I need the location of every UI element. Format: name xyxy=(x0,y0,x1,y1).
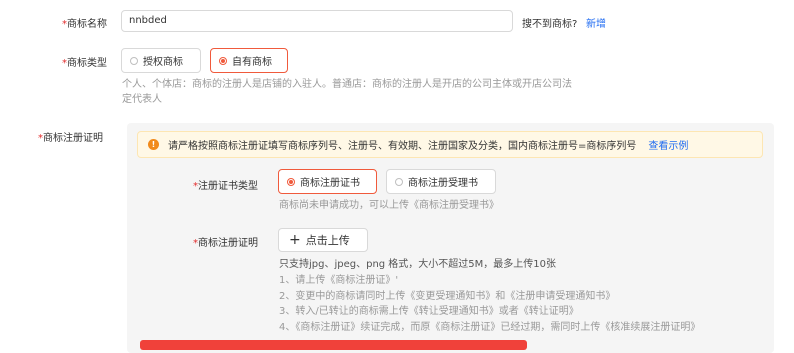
brand-not-found-text: 搜不到商标? xyxy=(522,19,578,30)
upload-button[interactable]: + 点击上传 xyxy=(278,228,368,252)
add-brand-link[interactable]: 新增 xyxy=(586,15,606,30)
plus-icon: + xyxy=(289,232,301,248)
brand-type-hint: 个人、个体店：商标的注册人是店铺的入驻人。普通店：商标的注册人是开店的公司主体或… xyxy=(122,79,572,105)
brand-name-input[interactable]: nnbded xyxy=(121,10,513,32)
upload-label: *商标注册证明 xyxy=(193,238,258,249)
radio-unchecked-icon xyxy=(130,56,138,65)
radio-checked-icon xyxy=(287,177,295,186)
upload-hint-1: 1、请上传《商标注册证》' xyxy=(279,275,399,286)
cert-proof-label: *商标注册证明 xyxy=(38,133,103,144)
radio-cert-acceptance[interactable]: 商标注册受理书 xyxy=(386,169,496,194)
upload-format-hint: 只支持jpg、jpeg、png 格式，大小不超过5M，最多上传10张 xyxy=(279,259,557,270)
cert-type-hint: 商标尚未申请成功，可以上传《商标注册受理书》 xyxy=(279,200,499,211)
submit-button-partial[interactable] xyxy=(140,340,527,350)
cert-notice: ! 请严格按照商标注册证填写商标序列号、注册号、有效期、注册国家及分类，国内商标… xyxy=(137,131,763,158)
upload-hint-3: 3、转入/已转让的商标需上传《转让受理通知书》或者《转让证明》 xyxy=(279,306,579,317)
upload-hint-4: 4、《商标注册证》续证完成，而原《商标注册证》已经过期，需同时上传《核准续展注册… xyxy=(279,321,701,333)
radio-authorized-brand[interactable]: 授权商标 xyxy=(121,48,201,73)
radio-checked-icon xyxy=(219,56,227,65)
brand-type-label: *商标类型 xyxy=(62,58,107,69)
brand-name-label: *商标名称 xyxy=(62,19,107,30)
warning-icon: ! xyxy=(148,139,159,150)
view-example-link[interactable]: 查看示例 xyxy=(648,137,688,152)
upload-hint-2: 2、变更中的商标请同时上传《变更受理通知书》和《注册申请受理通知书》 xyxy=(279,290,616,302)
cert-type-label: *注册证书类型 xyxy=(193,181,258,192)
radio-unchecked-icon xyxy=(395,177,403,186)
upload-hints: 只支持jpg、jpeg、png 格式，大小不超过5M，最多上传10张 1、请上传… xyxy=(279,257,759,335)
radio-own-brand[interactable]: 自有商标 xyxy=(210,48,288,73)
radio-cert-registration[interactable]: 商标注册证书 xyxy=(278,169,377,194)
